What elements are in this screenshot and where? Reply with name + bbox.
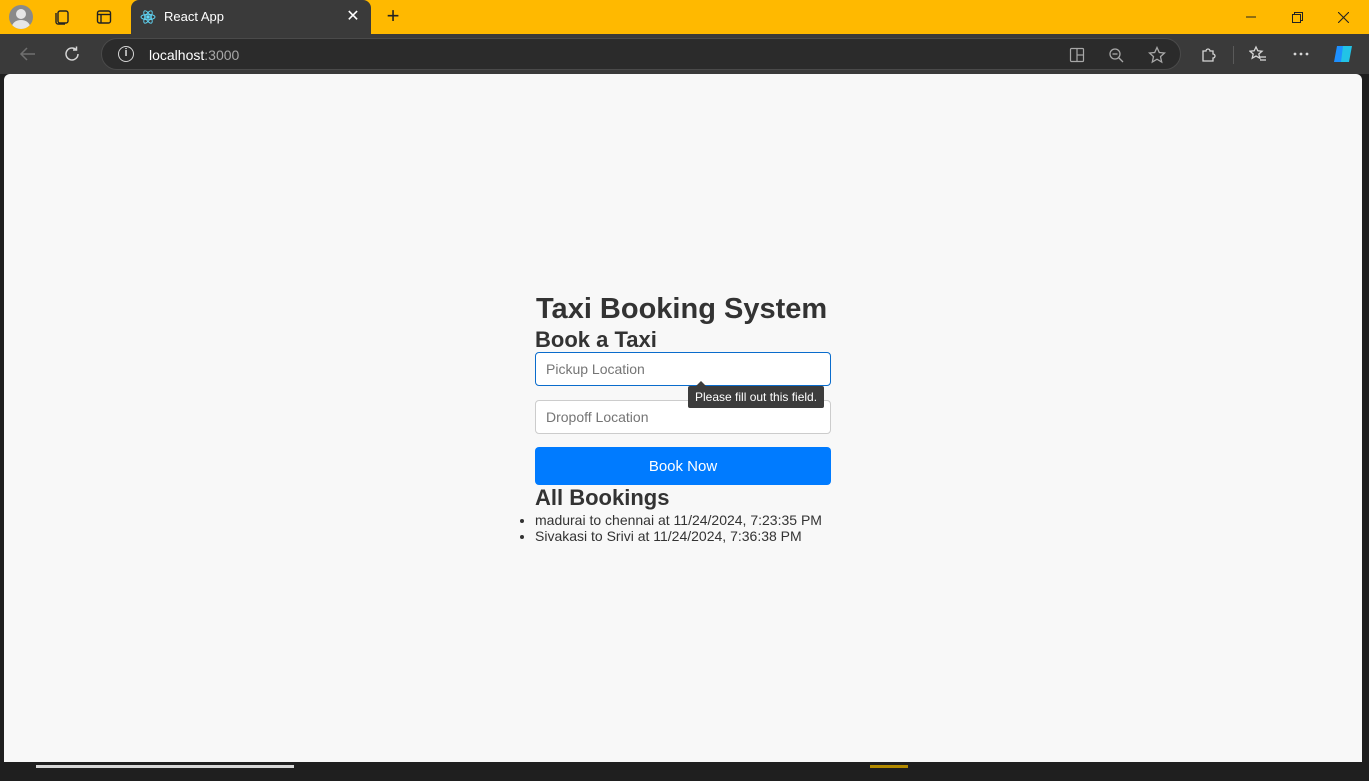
bookings-list: madurai to chennai at 11/24/2024, 7:23:3… [535, 512, 822, 544]
title-bar: React App ✕ + [0, 0, 1369, 34]
book-now-button[interactable]: Book Now [535, 447, 831, 485]
list-item: Sivakasi to Srivi at 11/24/2024, 7:36:38… [535, 528, 822, 544]
refresh-icon[interactable] [60, 42, 84, 66]
minimize-icon[interactable] [1228, 0, 1274, 34]
window-close-icon[interactable] [1320, 0, 1366, 34]
site-info-icon[interactable]: i [118, 46, 134, 62]
more-menu-icon[interactable] [1289, 42, 1313, 66]
browser-tab[interactable]: React App ✕ [131, 0, 371, 34]
tab-actions-icon[interactable] [92, 5, 116, 29]
address-bar[interactable]: i localhost:3000 [101, 38, 1181, 70]
favorite-star-icon[interactable] [1147, 45, 1167, 65]
new-tab-icon[interactable]: + [381, 5, 405, 29]
taskbar-indicator [36, 765, 294, 768]
pickup-location-input[interactable] [535, 352, 831, 386]
tab-title: React App [164, 9, 224, 24]
validation-tooltip: Please fill out this field. [688, 381, 825, 408]
extensions-icon[interactable] [1197, 42, 1221, 66]
profile-avatar-icon[interactable] [9, 5, 33, 29]
taskbar-indicator [870, 765, 908, 768]
zoom-out-icon[interactable] [1106, 45, 1126, 65]
favorites-icon[interactable] [1246, 42, 1270, 66]
restore-icon[interactable] [1274, 0, 1320, 34]
react-icon [140, 10, 156, 24]
all-bookings-heading: All Bookings [535, 485, 670, 510]
book-taxi-heading: Book a Taxi [535, 327, 657, 352]
collections-icon[interactable] [50, 5, 74, 29]
list-item: madurai to chennai at 11/24/2024, 7:23:3… [535, 512, 822, 528]
back-arrow-icon[interactable] [16, 42, 40, 66]
copilot-icon[interactable] [1331, 42, 1355, 66]
page-title: Taxi Booking System [536, 293, 828, 325]
app-available-icon[interactable] [1067, 45, 1087, 65]
close-icon[interactable]: ✕ [343, 7, 363, 27]
toolbar-separator [1233, 46, 1234, 64]
address-url: localhost:3000 [149, 47, 240, 63]
browser-toolbar: i localhost:3000 [0, 34, 1369, 74]
page-viewport: Taxi Booking System Book a Taxi Book Now… [4, 74, 1362, 762]
